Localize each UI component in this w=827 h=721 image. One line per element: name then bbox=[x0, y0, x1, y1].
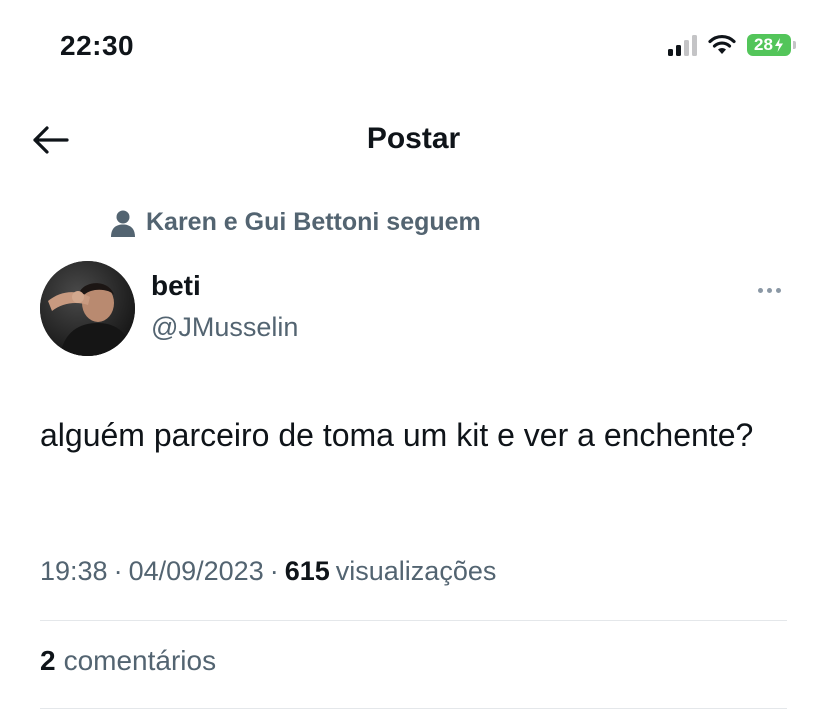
more-options-button[interactable] bbox=[749, 280, 789, 300]
divider bbox=[40, 708, 787, 709]
social-context[interactable]: Karen e Gui Bettoni seguem bbox=[110, 208, 481, 237]
post-date: 04/09/2023 bbox=[128, 556, 264, 586]
page-title: Postar bbox=[366, 122, 461, 155]
status-icons: 28 bbox=[668, 34, 796, 56]
meta-separator: · bbox=[269, 556, 279, 586]
social-context-label: Karen e Gui Bettoni seguem bbox=[146, 208, 481, 236]
comments-label: comentários bbox=[63, 645, 217, 676]
battery-level: 28 bbox=[754, 35, 773, 54]
wifi-icon bbox=[708, 34, 736, 54]
comments-link[interactable]: 2 comentários bbox=[40, 645, 216, 677]
battery-icon: 28 bbox=[747, 34, 796, 56]
comments-count: 2 bbox=[40, 645, 56, 676]
meta-separator: · bbox=[113, 556, 123, 586]
post-time: 19:38 bbox=[40, 556, 108, 586]
views-count: 615 bbox=[284, 556, 330, 586]
status-time: 22:30 bbox=[60, 30, 135, 61]
author-handle[interactable]: @JMusselin bbox=[151, 312, 298, 343]
more-horizontal-icon bbox=[757, 287, 763, 293]
author-name[interactable]: beti bbox=[151, 270, 201, 302]
views-label: visualizações bbox=[335, 556, 497, 586]
post-meta: 19:38 · 04/09/2023 · 615 visualizações bbox=[40, 556, 496, 587]
signal-icon bbox=[668, 34, 697, 56]
divider bbox=[40, 620, 787, 621]
avatar-image bbox=[40, 261, 135, 356]
charging-bolt-icon bbox=[774, 38, 783, 52]
avatar[interactable] bbox=[40, 261, 135, 356]
post-text: alguém parceiro de toma um kit e ver a e… bbox=[40, 417, 754, 453]
person-icon bbox=[111, 210, 135, 237]
